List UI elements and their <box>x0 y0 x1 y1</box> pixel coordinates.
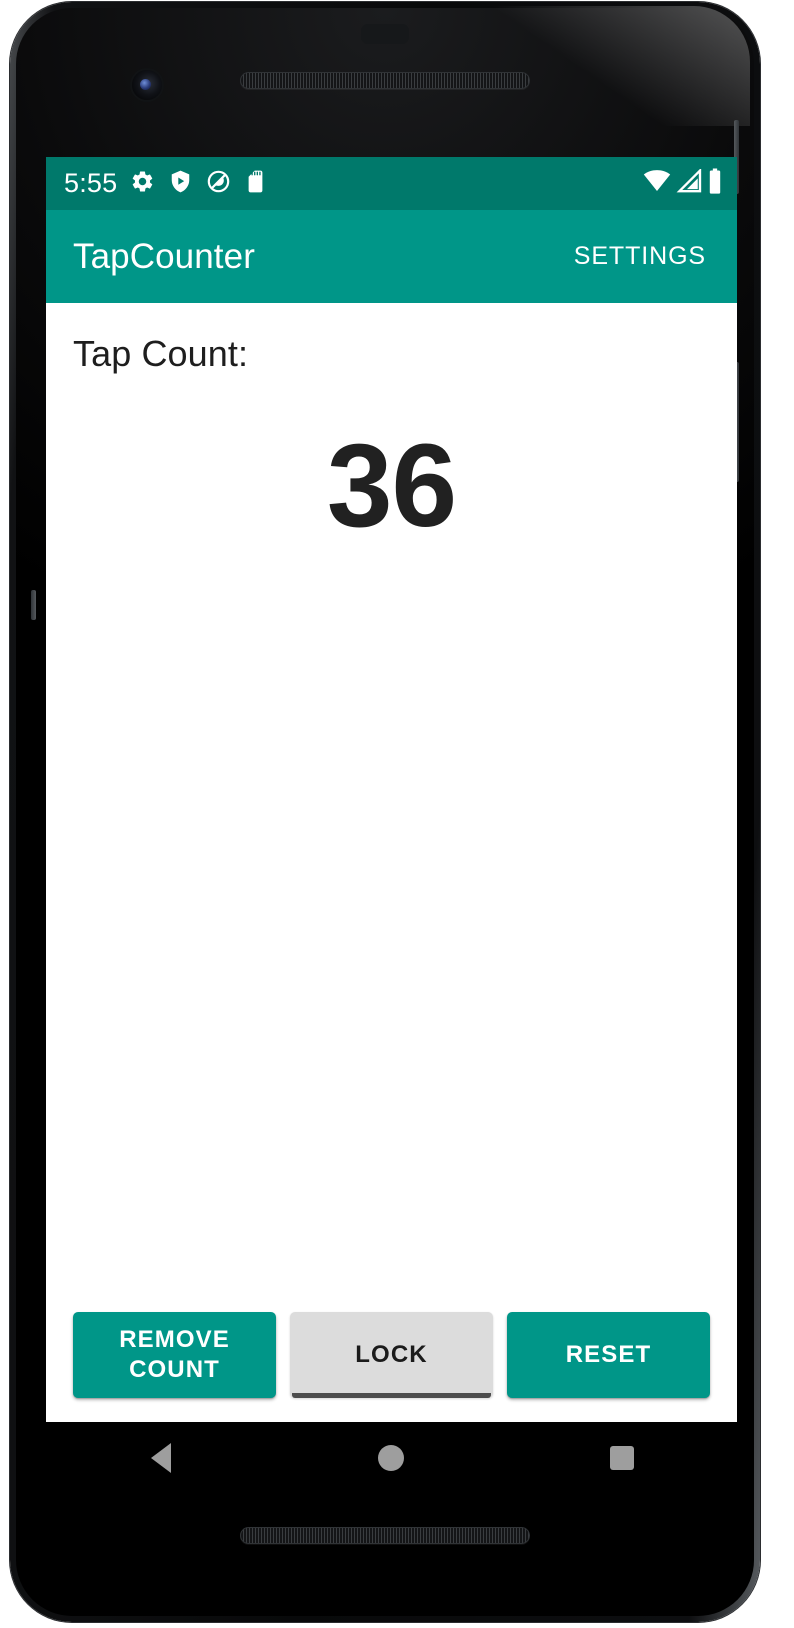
phone-device-frame: 5:55 TapCounter SETTINGS Tap Count: 36 R… <box>10 2 760 1622</box>
system-navigation-bar <box>46 1422 737 1494</box>
tap-count-value: 36 <box>326 420 457 552</box>
earpiece-speaker <box>240 72 530 89</box>
front-camera <box>132 70 162 100</box>
nav-home-button[interactable] <box>336 1422 446 1494</box>
reset-button[interactable]: RESET <box>507 1312 710 1398</box>
status-bar-left: 5:55 <box>64 169 267 199</box>
status-bar: 5:55 <box>46 157 737 210</box>
nav-home-icon <box>378 1445 405 1471</box>
settings-button[interactable]: SETTINGS <box>570 234 710 279</box>
nav-back-icon <box>151 1443 172 1473</box>
nav-recents-icon <box>609 1446 634 1470</box>
page-title: TapCounter <box>73 237 255 276</box>
gear-icon <box>130 169 155 199</box>
screenshot-page: 5:55 TapCounter SETTINGS Tap Count: 36 R… <box>0 0 794 1628</box>
cellular-signal-icon <box>676 167 702 198</box>
app-bar: TapCounter SETTINGS <box>46 210 737 303</box>
sim-tray <box>31 590 36 620</box>
content-spacer[interactable] <box>73 545 710 1312</box>
battery-icon <box>707 168 723 199</box>
status-clock: 5:55 <box>64 168 118 198</box>
lock-button[interactable]: LOCK <box>290 1312 493 1398</box>
tap-count-label: Tap Count: <box>73 333 249 374</box>
shield-play-icon <box>168 169 193 199</box>
main-content: Tap Count: 36 REMOVE COUNT LOCK RESET <box>46 303 737 1422</box>
status-bar-right <box>643 167 723 199</box>
nav-back-button[interactable] <box>106 1422 216 1494</box>
wifi-icon <box>643 169 671 198</box>
remove-count-button[interactable]: REMOVE COUNT <box>73 1312 276 1398</box>
circle-slash-icon <box>206 169 231 199</box>
nav-recents-button[interactable] <box>567 1422 677 1494</box>
bottom-speaker <box>240 1527 530 1544</box>
proximity-sensor <box>361 24 409 44</box>
action-button-row: REMOVE COUNT LOCK RESET <box>73 1312 710 1422</box>
sd-card-icon <box>244 169 267 199</box>
phone-screen: 5:55 TapCounter SETTINGS Tap Count: 36 R… <box>46 157 737 1422</box>
